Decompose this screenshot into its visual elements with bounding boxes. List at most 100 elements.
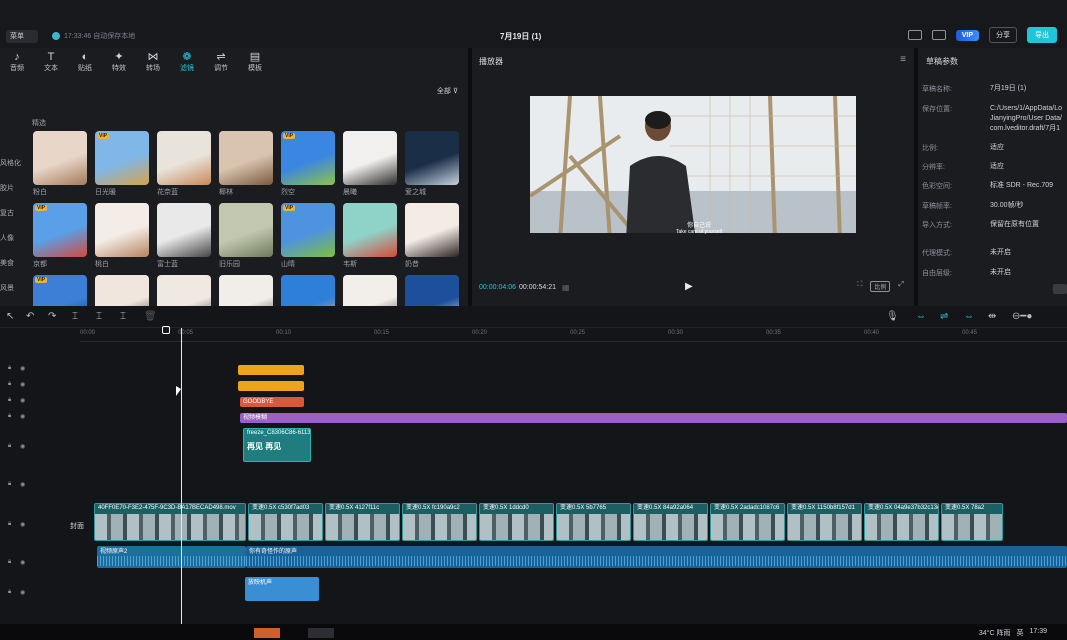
side-category[interactable]: 风格化 — [0, 158, 24, 183]
speed-clip[interactable]: 变速0.5X c530f7ad03 — [248, 503, 323, 541]
split-left-icon[interactable]: ⌶ — [96, 311, 102, 322]
tab-1[interactable]: T 文本 — [34, 48, 68, 74]
filter-thumb[interactable]: VIP 京都 — [33, 203, 89, 273]
eye-icon[interactable]: ◉ — [20, 443, 25, 450]
speed-clip[interactable]: 变速0.5X 4127f11c — [325, 503, 400, 541]
side-category[interactable]: 美食 — [0, 258, 24, 283]
split-right-icon[interactable]: ⌶ — [120, 311, 126, 322]
lock-icon[interactable]: 🔒︎ — [8, 481, 11, 488]
eye-icon[interactable]: ◉ — [20, 413, 25, 420]
filter-thumb[interactable]: 旧乐园 — [219, 203, 275, 273]
eye-icon[interactable]: ◉ — [20, 559, 25, 566]
zoom-slider[interactable]: ⊖━● — [1012, 311, 1032, 322]
filter-thumb[interactable]: VIP 烈空 — [281, 131, 337, 201]
lock-icon[interactable]: 🔒︎ — [8, 365, 11, 372]
eye-icon[interactable]: ◉ — [20, 365, 25, 372]
video-preview[interactable]: 你自己说 Take care of yourself — [530, 96, 856, 240]
cover-button[interactable]: 封面 — [70, 521, 84, 531]
lock-icon[interactable]: 🔒︎ — [8, 589, 11, 596]
speed-clip[interactable]: 变速0.5X fc190a9c2 — [402, 503, 477, 541]
tab-2[interactable]: ◐ 贴纸 — [68, 48, 102, 74]
tab-7[interactable]: ▤ 模板 — [238, 48, 272, 74]
filter-thumb[interactable]: 富士蓝 — [157, 203, 213, 273]
audio-clip-original[interactable]: 视频原声2 — [97, 546, 246, 568]
grid-icon[interactable]: ▦ — [562, 283, 570, 292]
play-icon[interactable]: ▶ — [685, 281, 693, 292]
tab-4[interactable]: ⋈ 转场 — [136, 48, 170, 74]
filter-thumb[interactable]: 粉白 — [33, 131, 89, 201]
text-clip[interactable]: GOODBYE — [240, 397, 304, 407]
playhead[interactable] — [181, 328, 182, 624]
export-button[interactable]: 导出 — [1027, 27, 1057, 43]
side-category[interactable]: 复古 — [0, 208, 24, 233]
speed-clip[interactable]: 变速0.5X 1150b8f157d1 — [787, 503, 862, 541]
taskbar-app-2[interactable] — [308, 628, 334, 638]
eye-icon[interactable]: ◉ — [20, 397, 25, 404]
mic-icon[interactable]: 🎙 — [886, 311, 899, 322]
eye-icon[interactable]: ◉ — [20, 589, 25, 596]
expand-icon[interactable]: ⤢ — [898, 281, 904, 292]
layout-icon[interactable] — [931, 30, 946, 40]
speed-clip[interactable]: 变速0.5X 84a92a064 — [633, 503, 708, 541]
filter-thumb[interactable]: 花奈蓝 — [157, 131, 213, 201]
lock-icon[interactable]: 🔒︎ — [8, 381, 11, 388]
modify-toggle[interactable] — [1053, 284, 1067, 294]
speed-clip[interactable]: 变速0.5X 04a9e37b32c13e — [864, 503, 939, 541]
filter-thumb[interactable]: VIP 山晴 — [281, 203, 337, 273]
linkage-icon[interactable]: ⇔ — [964, 311, 974, 322]
main-video-clip[interactable]: 40FF0E70-F3E2-475F-9C3D-BA17BECAD498.mov — [94, 503, 246, 541]
menu-icon[interactable]: ≡ — [900, 54, 906, 65]
undo-icon[interactable]: ↶ — [26, 311, 34, 322]
tab-0[interactable]: ♪ 音频 — [0, 48, 34, 74]
lock-icon[interactable]: 🔒︎ — [8, 397, 11, 404]
preview-axis-icon[interactable]: ⇹ — [988, 311, 996, 322]
side-category[interactable]: 风景 — [0, 283, 24, 308]
lock-icon[interactable]: 🔒︎ — [8, 521, 11, 528]
fullscreen-fit-icon[interactable]: ⛶ — [857, 281, 862, 292]
split-icon[interactable]: ⌶ — [72, 311, 78, 322]
filter-dropdown[interactable]: 全部 ⊽ — [437, 86, 458, 96]
keyboard-icon[interactable] — [907, 30, 922, 40]
share-button[interactable]: 分享 — [989, 27, 1017, 43]
audio-clip-sfx[interactable]: 放映机声 — [245, 577, 319, 601]
sticker-clip-2[interactable] — [238, 381, 304, 391]
link-icon[interactable]: ⇔ — [916, 311, 926, 322]
freeze-clip[interactable]: freeze_C8306C86-6113 再见 再见 — [243, 428, 311, 462]
vip-badge[interactable]: VIP — [955, 29, 979, 41]
side-category[interactable]: 胶片 — [0, 183, 24, 208]
speed-clip[interactable]: 变速0.5X 1ddcd0 — [479, 503, 554, 541]
filter-thumb[interactable]: 爱之城 — [405, 131, 461, 201]
delete-icon[interactable]: 🗑 — [144, 311, 157, 322]
effect-clip[interactable]: 视频模糊 — [240, 413, 1067, 423]
eye-icon[interactable]: ◉ — [20, 521, 25, 528]
eye-icon[interactable]: ◉ — [20, 481, 25, 488]
sticker-clip-1[interactable] — [238, 365, 304, 375]
speed-clip[interactable]: 变速0.5X 2adadc1087c6 — [710, 503, 785, 541]
lang-indicator[interactable]: 英 — [1016, 628, 1023, 638]
side-category[interactable]: 人像 — [0, 233, 24, 258]
lock-icon[interactable]: 🔒︎ — [8, 443, 11, 450]
redo-icon[interactable]: ↷ — [48, 311, 56, 322]
select-icon[interactable]: ↖ — [6, 311, 14, 322]
speed-clip[interactable]: 变速0.5X 5b7765 — [556, 503, 631, 541]
filter-thumb[interactable]: 晨曦 — [343, 131, 399, 201]
eye-icon[interactable]: ◉ — [20, 381, 25, 388]
taskbar-app-1[interactable] — [254, 628, 280, 638]
tab-6[interactable]: ⇌ 调节 — [204, 48, 238, 74]
lock-icon[interactable]: 🔒︎ — [8, 559, 11, 566]
playhead-handle[interactable] — [162, 326, 170, 334]
time-ruler[interactable]: 00:00 00:05 00:10 00:15 00:20 00:25 00:30 00:35… — [80, 328, 1067, 342]
filter-thumb[interactable]: 韦斯 — [343, 203, 399, 273]
menu-button[interactable]: 菜单 — [6, 30, 38, 43]
filter-thumb[interactable]: 椰林 — [219, 131, 275, 201]
audio-clip-music[interactable]: 你有奇怪作的原声 — [246, 546, 1067, 568]
tab-5[interactable]: ❁ 滤镜 — [170, 48, 204, 74]
speed-clip[interactable]: 变速0.5X 78a2 — [941, 503, 1003, 541]
lock-icon[interactable]: 🔒︎ — [8, 413, 11, 420]
filter-thumb[interactable]: 奶昔 — [405, 203, 461, 273]
filter-thumb[interactable]: VIP 日光暖 — [95, 131, 151, 201]
snap-icon[interactable]: ⇌ — [940, 311, 948, 322]
ratio-button[interactable]: 比例 — [870, 281, 891, 292]
tab-3[interactable]: ✦ 特效 — [102, 48, 136, 74]
filter-thumb[interactable]: 桃白 — [95, 203, 151, 273]
